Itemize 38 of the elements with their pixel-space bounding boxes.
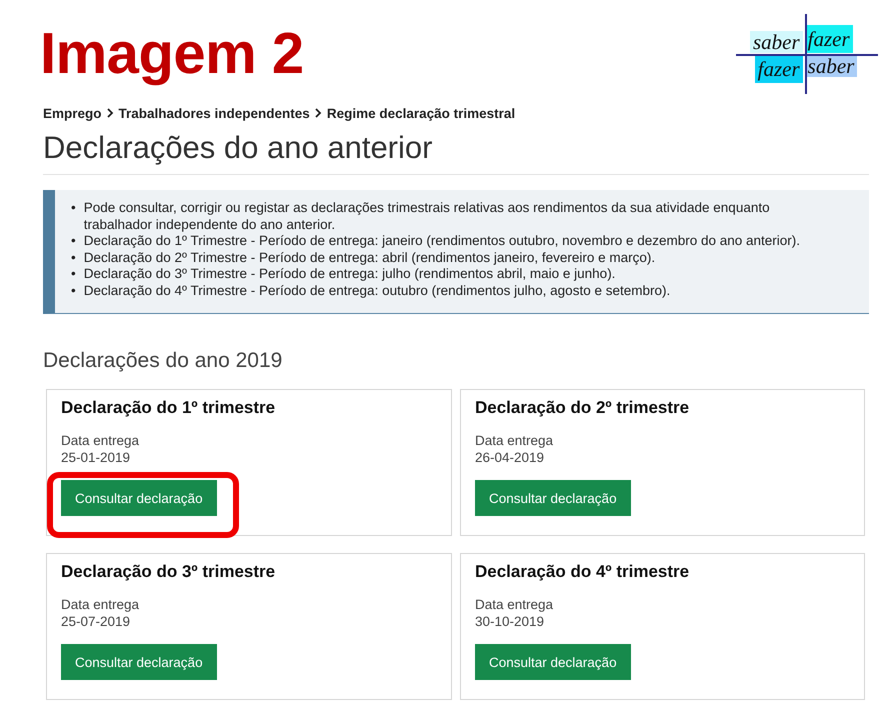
card-title: Declaração do 1º trimestre (61, 397, 276, 419)
logo-word: saber (750, 31, 803, 53)
logo-word: saber (804, 55, 858, 77)
bullet: • (71, 266, 76, 282)
logo-word: fazer (754, 55, 803, 83)
section-title: Declarações do ano 2019 (43, 348, 284, 374)
info-item: Declaração do 3º Trimestre - Período de entrega: julho (rendimentos abril, maio e junho). (84, 266, 616, 282)
chevron-icon (314, 108, 322, 118)
info-item: Declaração do 1º Trimestre - Período de entrega: janeiro (rendimentos outubro, novembro e dezembro do ano anterior). (84, 233, 800, 250)
date-label: Data entrega (475, 596, 554, 613)
card-title: Declaração do 3º trimestre (61, 561, 276, 583)
breadcrumb-link[interactable]: Trabalhadores independentes (118, 106, 310, 120)
consult-button[interactable]: Consultar declaração (475, 644, 631, 680)
date-label: Data entrega (475, 432, 554, 449)
date-value: 26-04-2019 (475, 449, 546, 466)
breadcrumb-link[interactable]: Regime declaração trimestral (326, 106, 516, 120)
date-value: 25-07-2019 (61, 613, 132, 630)
card-title: Declaração do 4º trimestre (475, 561, 690, 583)
date-value: 30-10-2019 (475, 613, 546, 630)
info-item: Pode consultar, corrigir ou registar as declarações trimestrais relativas aos rendimentos da sua atividade enquanto trabalhador independente do ano anterior. (84, 200, 771, 233)
date-label: Data entrega (61, 432, 140, 449)
bullet: • (71, 282, 76, 299)
bullet: • (71, 250, 76, 266)
date-value: 25-01-2019 (61, 449, 132, 466)
card-title: Declaração do 2º trimestre (475, 397, 690, 419)
info-item: Declaração do 2º Trimestre - Período de entrega: abril (rendimentos janeiro, fevereiro e março). (84, 250, 656, 266)
annotation-title: Imagem 2 (40, 24, 304, 88)
bullet: • (71, 200, 76, 217)
breadcrumb-link[interactable]: Emprego (43, 106, 102, 120)
chevron-icon (106, 108, 114, 118)
consult-button[interactable]: Consultar declaração (61, 480, 217, 516)
date-label: Data entrega (61, 596, 140, 613)
consult-button[interactable]: Consultar declaração (475, 480, 631, 516)
logo-word: fazer (804, 25, 853, 53)
bullet: • (71, 233, 76, 250)
consult-button[interactable]: Consultar declaração (61, 644, 217, 680)
info-item: Declaração do 4º Trimestre - Período de entrega: outubro (rendimentos julho, agosto e setembro). (84, 282, 670, 299)
page-title: Declarações do ano anterior (43, 128, 869, 175)
